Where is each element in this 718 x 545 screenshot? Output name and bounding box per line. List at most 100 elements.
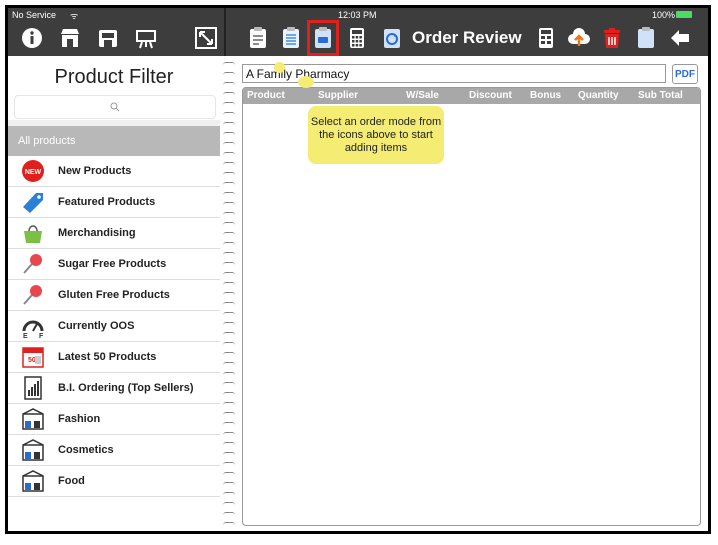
trash-icon[interactable] — [600, 26, 624, 50]
presentation-icon[interactable] — [134, 26, 158, 50]
spiral-ring — [223, 222, 235, 228]
filter-item-currently-oos[interactable]: EF Currently OOS — [8, 311, 220, 342]
spiral-ring — [223, 402, 235, 408]
spiral-ring — [223, 512, 235, 518]
spiral-ring — [223, 422, 235, 428]
clock: 12:03 PM — [338, 10, 377, 20]
calculator-icon[interactable] — [345, 26, 369, 50]
spiral-ring — [223, 362, 235, 368]
report-icon — [20, 375, 46, 401]
cloud-upload-icon[interactable] — [567, 26, 591, 50]
filter-item-new-products[interactable]: NEW New Products — [8, 156, 220, 187]
page-title: Order Review — [412, 28, 522, 47]
tag-icon — [20, 189, 46, 215]
filter-item-sugar-free[interactable]: Sugar Free Products — [8, 249, 220, 280]
spiral-ring — [223, 302, 235, 308]
tooltip-dot — [274, 62, 285, 73]
svg-text:F: F — [39, 333, 44, 339]
spiral-ring — [223, 62, 235, 68]
toolbar-divider — [224, 8, 226, 56]
filter-item-label: Latest 50 Products — [58, 351, 157, 363]
spiral-ring — [223, 352, 235, 358]
spiral-ring — [223, 522, 235, 528]
clipboard-icon[interactable] — [634, 26, 658, 50]
spiral-ring — [223, 232, 235, 238]
selected-mode-highlight — [307, 20, 339, 56]
sync-icon[interactable] — [380, 26, 404, 50]
top-toolbar: No Service ᯤ 12:03 PM 100% Order Review — [8, 8, 708, 56]
spiral-ring — [223, 112, 235, 118]
filter-item-label: Featured Products — [58, 196, 156, 208]
pdf-button[interactable]: PDF — [672, 64, 698, 84]
spiral-ring — [223, 172, 235, 178]
filter-item-label: Sugar Free Products — [58, 258, 167, 270]
order-table-header: Product Supplier W/Sale Discount Bonus Q… — [243, 88, 700, 104]
spiral-ring — [223, 342, 235, 348]
spiral-binding — [220, 56, 238, 531]
pin-icon — [20, 251, 46, 277]
clipboard-list-icon[interactable] — [279, 26, 303, 50]
order-mode-tooltip: Select an order mode from the icons abov… — [308, 106, 444, 164]
carrier-status: No Service — [12, 10, 57, 20]
spiral-ring — [223, 182, 235, 188]
store-icon[interactable] — [58, 26, 82, 50]
tooltip-dot — [298, 76, 314, 88]
filter-item-latest-50[interactable]: 50 Latest 50 Products — [8, 342, 220, 373]
gauge-icon: EF — [20, 313, 46, 339]
spiral-ring — [223, 132, 235, 138]
spiral-ring — [223, 102, 235, 108]
spiral-ring — [223, 432, 235, 438]
spiral-ring — [223, 272, 235, 278]
calendar-icon: 50 — [20, 344, 46, 370]
spiral-ring — [223, 92, 235, 98]
spiral-ring — [223, 82, 235, 88]
svg-text:NEW: NEW — [25, 169, 42, 176]
shop-icon[interactable] — [96, 26, 120, 50]
spiral-ring — [223, 412, 235, 418]
filter-item-label: Fashion — [58, 413, 101, 425]
screenshot-frame: No Service ᯤ 12:03 PM 100% Order Review … — [5, 5, 711, 534]
filter-item-merchandising[interactable]: Merchandising — [8, 218, 220, 249]
product-filter-panel: Product Filter All products NEW New Prod… — [8, 56, 221, 531]
spiral-ring — [223, 442, 235, 448]
all-products-item[interactable]: All products — [8, 126, 220, 156]
spiral-ring — [223, 452, 235, 458]
box-icon — [20, 406, 46, 432]
spiral-ring — [223, 492, 235, 498]
spiral-ring — [223, 162, 235, 168]
spiral-ring — [223, 202, 235, 208]
filter-item-cosmetics[interactable]: Cosmetics — [8, 435, 220, 466]
spiral-ring — [223, 382, 235, 388]
spiral-ring — [223, 122, 235, 128]
column-header: Sub Total — [638, 90, 683, 101]
wifi-icon: ᯤ — [70, 11, 79, 21]
filter-title: Product Filter — [54, 66, 174, 88]
spiral-ring — [223, 152, 235, 158]
clipboard-edit-icon[interactable] — [246, 26, 270, 50]
svg-text:E: E — [23, 333, 28, 339]
column-header: Supplier — [318, 90, 359, 101]
spiral-ring — [223, 322, 235, 328]
calculator-alt-icon[interactable] — [534, 26, 558, 50]
spiral-ring — [223, 282, 235, 288]
svg-text:50: 50 — [28, 357, 36, 364]
filter-item-food[interactable]: Food — [8, 466, 220, 497]
filter-item-bi-ordering[interactable]: B.I. Ordering (Top Sellers) — [8, 373, 220, 404]
filter-item-featured-products[interactable]: Featured Products — [8, 187, 220, 218]
filter-item-gluten-free[interactable]: Gluten Free Products — [8, 280, 220, 311]
filter-item-label: Currently OOS — [58, 320, 135, 332]
battery-percent: 100% — [652, 10, 676, 20]
ipad-screen: No Service ᯤ 12:03 PM 100% Order Review … — [8, 8, 708, 531]
filter-item-fashion[interactable]: Fashion — [8, 404, 220, 435]
filter-item-label: Merchandising — [58, 227, 136, 239]
resize-icon[interactable] — [194, 26, 218, 50]
box-icon — [20, 468, 46, 494]
spiral-ring — [223, 392, 235, 398]
info-icon[interactable] — [20, 26, 44, 50]
spiral-ring — [223, 142, 235, 148]
new-badge-icon: NEW — [20, 158, 46, 184]
search-input[interactable] — [14, 95, 216, 119]
back-arrow-icon[interactable] — [668, 26, 692, 50]
filter-item-label: B.I. Ordering (Top Sellers) — [58, 382, 194, 394]
filter-item-label: Food — [58, 475, 85, 487]
